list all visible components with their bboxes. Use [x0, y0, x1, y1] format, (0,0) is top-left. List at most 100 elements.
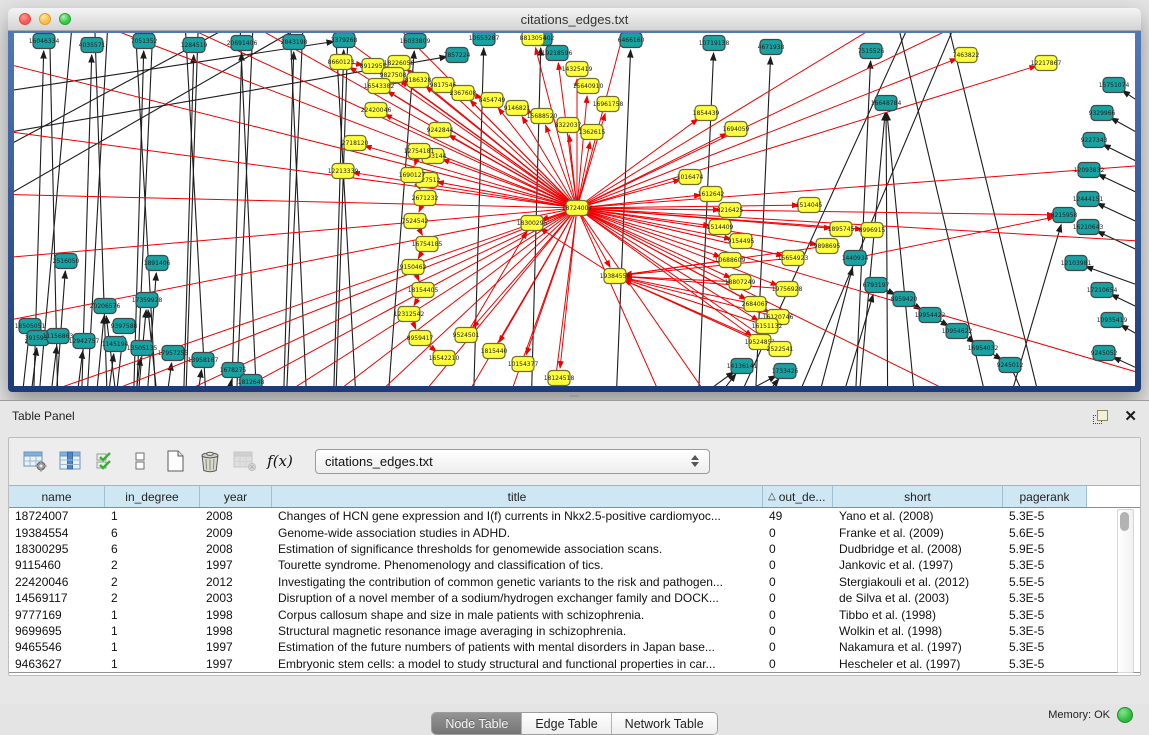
graph-node[interactable]: 9245052 — [1091, 346, 1118, 361]
graph-node[interactable]: 22420046 — [361, 103, 392, 118]
graph-node[interactable]: 7463822 — [953, 48, 980, 63]
graph-node[interactable]: 4035571 — [79, 38, 106, 53]
table-cell[interactable]: 9463627 — [9, 657, 105, 671]
table-cell[interactable]: 1 — [105, 624, 200, 638]
graph-node[interactable]: 10653287 — [469, 33, 500, 46]
graph-node[interactable]: 2516050 — [53, 254, 80, 269]
table-cell[interactable]: Structural magnetic resonance image aver… — [272, 624, 763, 638]
graph-node[interactable]: 8322037 — [555, 118, 582, 133]
graph-node[interactable]: 20691406 — [227, 36, 258, 51]
graph-node[interactable]: 15688520 — [527, 109, 558, 124]
graph-node[interactable]: 1514409 — [707, 220, 734, 235]
minimize-button[interactable] — [39, 13, 51, 25]
graph-node[interactable]: 12093832 — [1074, 163, 1105, 178]
select-column-button[interactable] — [56, 446, 84, 476]
table-row[interactable]: 977716911998Corpus callosum shape and si… — [9, 606, 1140, 622]
graph-node[interactable]: 19384554 — [600, 269, 631, 284]
table-cell[interactable]: 5.5E-5 — [1003, 575, 1087, 589]
graph-node[interactable]: 8813054 — [520, 33, 547, 46]
table-row[interactable]: 1830029562008Estimation of significance … — [9, 541, 1140, 557]
table-cell[interactable]: 1998 — [200, 608, 272, 622]
table-cell[interactable]: Embryonic stem cells: a model to study s… — [272, 657, 763, 671]
graph-node[interactable]: 1733426 — [772, 364, 799, 379]
table-row[interactable]: 1456911722003Disruption of a novel membe… — [9, 590, 1140, 606]
table-cell[interactable]: 9699695 — [9, 624, 105, 638]
table-cell[interactable]: 5.6E-5 — [1003, 526, 1087, 540]
close-panel-icon[interactable]: ✕ — [1124, 410, 1137, 423]
graph-node[interactable]: 10688609 — [715, 253, 746, 268]
graph-node[interactable]: 1694059 — [723, 122, 750, 137]
graph-node[interactable]: 14136141 — [727, 359, 758, 374]
graph-node[interactable]: 12444151 — [1073, 192, 1104, 207]
table-cell[interactable]: 5.3E-5 — [1003, 640, 1087, 654]
graph-node[interactable]: 1895745 — [828, 222, 855, 237]
table-cell[interactable]: 0 — [763, 608, 833, 622]
graph-node[interactable]: 15751074 — [1099, 78, 1130, 93]
graph-node[interactable]: 16151132 — [752, 319, 783, 334]
delete-entries-button[interactable] — [196, 446, 224, 476]
graph-node[interactable]: 12213339 — [328, 164, 359, 179]
graph-node[interactable]: 1815440 — [481, 344, 508, 359]
graph-node[interactable]: 19218596 — [542, 46, 573, 61]
column-header-year[interactable]: year — [200, 486, 272, 507]
table-cell[interactable]: Jankovic et al. (1997) — [833, 558, 1003, 572]
graph-node[interactable]: 8216425 — [717, 203, 744, 218]
zoom-button[interactable] — [59, 13, 71, 25]
table-cell[interactable]: 9777169 — [9, 608, 105, 622]
graph-node[interactable]: 2718120 — [342, 136, 369, 151]
graph-node[interactable]: 8959417 — [407, 331, 434, 346]
graph-node[interactable]: 12942757 — [69, 334, 100, 349]
graph-node[interactable]: 17359928 — [132, 293, 163, 308]
graph-node[interactable]: 10154377 — [508, 357, 539, 372]
table-cell[interactable]: Tourette syndrome. Phenomenology and cla… — [272, 558, 763, 572]
close-button[interactable] — [19, 13, 31, 25]
table-cell[interactable]: 2008 — [200, 542, 272, 556]
graph-node[interactable]: 8186328 — [405, 73, 432, 88]
graph-node[interactable]: 12217867 — [1031, 56, 1062, 71]
table-cell[interactable]: 2 — [105, 575, 200, 589]
table-cell[interactable]: Tibbo et al. (1998) — [833, 608, 1003, 622]
graph-node[interactable]: 2367608 — [450, 86, 477, 101]
graph-node[interactable]: 15640910 — [573, 79, 604, 94]
table-cell[interactable]: 5.3E-5 — [1003, 558, 1087, 572]
graph-node[interactable]: 20206576 — [90, 299, 121, 314]
graph-node[interactable]: 9245012 — [997, 358, 1024, 373]
table-cell[interactable]: 18300295 — [9, 542, 105, 556]
table-cell[interactable]: Changes of HCN gene expression and I(f) … — [272, 509, 763, 523]
graph-node[interactable]: 9898695 — [814, 239, 841, 254]
table-cell[interactable]: 1997 — [200, 558, 272, 572]
graph-node[interactable]: 7515526 — [858, 44, 885, 59]
graph-node[interactable]: 13505135 — [127, 341, 158, 356]
table-cell[interactable]: 5.3E-5 — [1003, 624, 1087, 638]
network-window-titlebar[interactable]: citations_edges.txt — [8, 8, 1141, 31]
graph-node[interactable]: 8454749 — [479, 93, 506, 108]
table-cell[interactable]: 1997 — [200, 657, 272, 671]
graph-node[interactable]: 16033809 — [400, 34, 431, 49]
graph-node[interactable]: 1440934 — [842, 251, 869, 266]
table-cell[interactable]: 2 — [105, 591, 200, 605]
graph-node[interactable]: 16754185 — [412, 237, 443, 252]
graph-node[interactable]: 16543382 — [364, 79, 395, 94]
table-cell[interactable]: 0 — [763, 640, 833, 654]
graph-node[interactable]: 9150462 — [400, 260, 427, 275]
table-cell[interactable]: 2012 — [200, 575, 272, 589]
graph-node[interactable]: 17210654 — [1087, 283, 1118, 298]
graph-node[interactable]: 1284519 — [181, 38, 208, 53]
graph-node[interactable]: 9329966 — [1089, 106, 1116, 121]
graph-node[interactable]: 18724007 — [562, 201, 593, 216]
table-cell[interactable]: 1 — [105, 640, 200, 654]
network-canvas[interactable]: 1604633440355712069140670513521284519160… — [14, 33, 1135, 386]
graph-node[interactable]: 12754181 — [404, 144, 435, 159]
column-header-in_degree[interactable]: in_degree — [105, 486, 200, 507]
graph-node[interactable]: 9154495 — [728, 234, 755, 249]
graph-node[interactable]: 14325419 — [562, 62, 593, 77]
table-cell[interactable]: 1 — [105, 509, 200, 523]
graph-node[interactable]: 16542210 — [429, 351, 460, 366]
float-panel-icon[interactable] — [1093, 410, 1108, 423]
graph-node[interactable]: 8996915 — [859, 223, 886, 238]
table-cell[interactable]: Wolkin et al. (1998) — [833, 624, 1003, 638]
table-cell[interactable]: Nakamura et al. (1997) — [833, 640, 1003, 654]
table-row[interactable]: 946554611997Estimation of the future num… — [9, 639, 1140, 655]
column-header-title[interactable]: title — [272, 486, 763, 507]
table-cell[interactable]: 22420046 — [9, 575, 105, 589]
